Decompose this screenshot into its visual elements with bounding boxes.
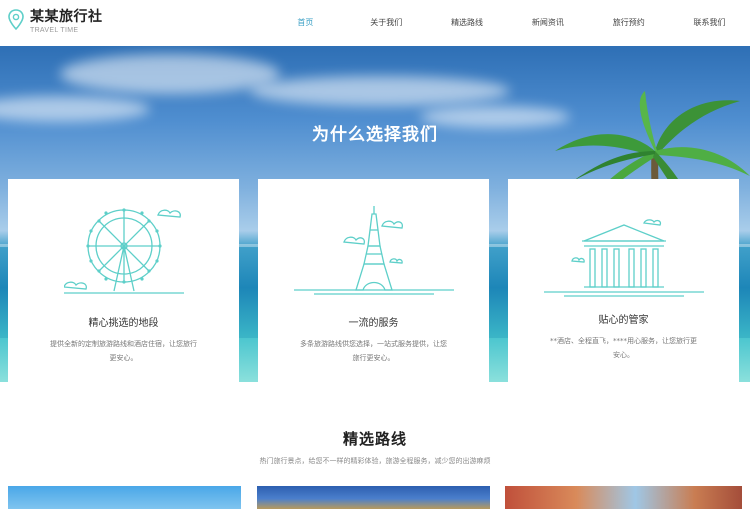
feature-card: 一流的服务 多条旅游路线供您选择，一站式服务提供，让您旅行更安心。: [258, 179, 489, 382]
sky-cloud: [250, 76, 510, 106]
section-subtitle: 热门旅行景点，给您不一样的精彩体验，旅游全程服务，减少您的出游麻烦: [259, 457, 491, 465]
nav-booking[interactable]: 旅行预约: [588, 0, 669, 46]
nav-routes[interactable]: 精选路线: [427, 0, 508, 46]
main-nav: 首页 关于我们 精选路线 新闻资讯 旅行预约 联系我们: [265, 0, 750, 46]
sky-cloud: [0, 96, 150, 122]
route-image[interactable]: [505, 486, 742, 509]
nav-contact[interactable]: 联系我们: [669, 0, 750, 46]
featured-routes-section: 精选路线 热门旅行景点，给您不一样的精彩体验，旅游全程服务，减少您的出游麻烦: [0, 382, 750, 509]
sky-cloud: [60, 54, 280, 94]
logo-tagline: TRAVEL TIME: [30, 27, 79, 34]
route-image[interactable]: [257, 486, 490, 509]
eiffel-tower-icon: [293, 206, 454, 295]
nav-news[interactable]: 新闻资讯: [507, 0, 588, 46]
feature-card: 贴心的管家 **酒店、全程直飞，****用心服务，让您旅行更安心。: [508, 179, 739, 382]
feature-card: 精心挑选的地段 提供全新的定制旅游路线和酒店住宿，让您旅行更安心。: [8, 179, 239, 382]
route-image[interactable]: [8, 486, 241, 509]
card-description: 多条旅游路线供您选择，一站式服务提供，让您旅行更安心。: [300, 340, 447, 362]
ferris-wheel-icon: [63, 208, 184, 294]
section-title: 为什么选择我们: [312, 125, 438, 145]
nav-about[interactable]: 关于我们: [346, 0, 427, 46]
hero-banner: 为什么选择我们 精心挑选的地段 提供全新的定制旅游路线和酒店住宿，让您旅行更安心…: [0, 46, 750, 382]
nav-home[interactable]: 首页: [265, 0, 346, 46]
card-title: 精心挑选的地段: [88, 318, 159, 329]
card-description: 提供全新的定制旅游路线和酒店住宿，让您旅行更安心。: [50, 340, 197, 362]
card-title: 一流的服务: [348, 318, 399, 329]
logo-name: 某某旅行社: [30, 9, 103, 25]
section-title: 精选路线: [342, 430, 407, 448]
card-title: 贴心的管家: [598, 315, 649, 326]
site-header: 某某旅行社 TRAVEL TIME 首页 关于我们 精选路线 新闻资讯 旅行预约…: [0, 0, 750, 46]
card-description: **酒店、全程直飞，****用心服务，让您旅行更安心。: [550, 337, 697, 359]
location-pin-icon: [8, 9, 24, 31]
pantheon-icon: [543, 219, 704, 297]
logo[interactable]: 某某旅行社 TRAVEL TIME: [8, 9, 103, 35]
